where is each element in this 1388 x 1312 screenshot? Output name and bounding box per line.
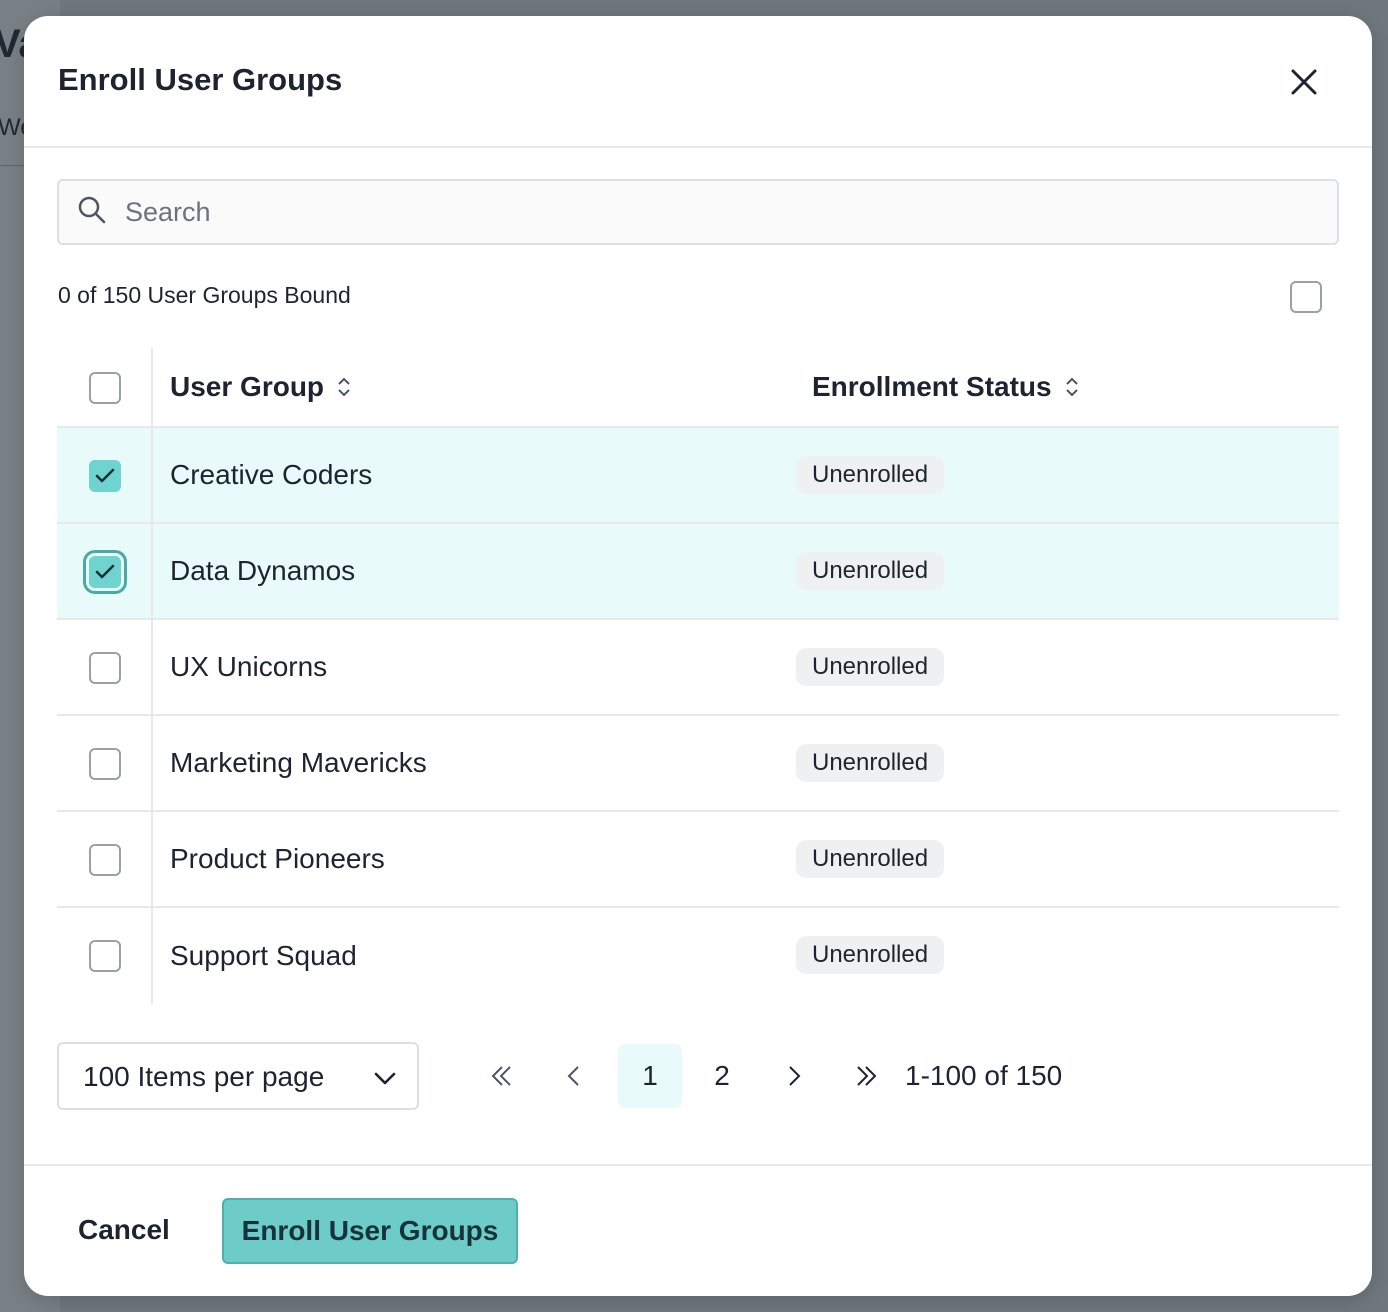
row-check-cell	[57, 428, 153, 522]
user-groups-table: User Group Enrollment Status Creative Co…	[57, 348, 1339, 1004]
dialog-header: Enroll User Groups	[24, 16, 1372, 148]
status-badge: Unenrolled	[796, 552, 945, 590]
status-badge: Unenrolled	[796, 648, 945, 686]
row-checkbox[interactable]	[89, 460, 121, 492]
sort-icon	[1065, 377, 1078, 397]
enroll-user-groups-button[interactable]: Enroll User Groups	[222, 1198, 518, 1264]
row-check-cell	[57, 908, 153, 1004]
row-checkbox[interactable]	[89, 940, 121, 972]
pagination-range-label: 1-100 of 150	[905, 1060, 1063, 1091]
user-group-name: Data Dynamos	[170, 555, 356, 586]
pagination: 100 Items per page 1 2 1-100 of 150	[57, 1042, 1339, 1110]
status-badge: Unenrolled	[796, 456, 945, 494]
previous-page-button[interactable]	[542, 1044, 606, 1108]
user-group-name: Product Pioneers	[170, 843, 385, 874]
close-icon	[1291, 69, 1317, 95]
table-row[interactable]: Product Pioneers Unenrolled	[57, 812, 1339, 908]
double-chevron-left-icon	[491, 1066, 511, 1086]
dialog-footer: Cancel Enroll User Groups	[24, 1164, 1372, 1296]
row-checkbox[interactable]	[89, 748, 121, 780]
column-header-enrollment-status[interactable]: Enrollment Status	[812, 348, 1080, 426]
double-chevron-right-icon	[857, 1066, 877, 1086]
row-check-cell	[57, 716, 153, 810]
enroll-user-groups-dialog: Enroll User Groups 0 of 150 User Groups …	[24, 16, 1372, 1296]
status-badge: Unenrolled	[796, 744, 945, 782]
cancel-button[interactable]: Cancel	[78, 1214, 170, 1246]
items-per-page-label: 100 Items per page	[83, 1061, 325, 1092]
check-icon	[95, 564, 115, 579]
first-page-button[interactable]	[470, 1044, 534, 1108]
row-checkbox[interactable]	[89, 652, 121, 684]
user-group-name: Support Squad	[170, 940, 357, 971]
bound-count-label: 0 of 150 User Groups Bound	[58, 282, 351, 308]
table-row[interactable]: Support Squad Unenrolled	[57, 908, 1339, 1004]
row-check-cell	[57, 620, 153, 714]
row-checkbox[interactable]	[83, 550, 127, 594]
items-per-page-select[interactable]: 100 Items per page	[57, 1042, 419, 1110]
row-checkbox[interactable]	[89, 844, 121, 876]
chevron-down-icon	[374, 1072, 396, 1085]
sort-icon	[338, 377, 350, 397]
row-check-cell	[57, 812, 153, 906]
column-header-label: Enrollment Status	[812, 371, 1052, 402]
chevron-left-icon	[567, 1066, 579, 1086]
table-row[interactable]: Marketing Mavericks Unenrolled	[57, 716, 1339, 812]
table-row[interactable]: Creative Coders Unenrolled	[57, 428, 1339, 524]
search-input[interactable]	[125, 191, 1305, 233]
status-badge: Unenrolled	[796, 936, 945, 974]
show-bound-checkbox[interactable]	[1290, 281, 1322, 313]
column-header-user-group[interactable]: User Group	[170, 348, 352, 426]
column-header-label: User Group	[170, 371, 325, 402]
status-badge: Unenrolled	[796, 840, 945, 878]
table-row[interactable]: UX Unicorns Unenrolled	[57, 620, 1339, 716]
user-group-name: Marketing Mavericks	[170, 747, 427, 778]
table-header-row: User Group Enrollment Status	[57, 348, 1339, 428]
dialog-title: Enroll User Groups	[58, 62, 343, 97]
next-page-button[interactable]	[762, 1044, 826, 1108]
check-icon	[95, 468, 115, 483]
close-button[interactable]	[1286, 64, 1322, 100]
table-row[interactable]: Data Dynamos Unenrolled	[57, 524, 1339, 620]
search-icon	[78, 196, 106, 224]
last-page-button[interactable]	[834, 1044, 898, 1108]
row-check-cell	[57, 524, 153, 618]
page-button-2[interactable]: 2	[690, 1044, 754, 1108]
page-button-1[interactable]: 1	[618, 1044, 682, 1108]
select-all-checkbox[interactable]	[89, 372, 121, 404]
header-check-cell	[57, 348, 153, 426]
user-group-name: UX Unicorns	[170, 651, 328, 682]
search-box	[57, 179, 1339, 245]
chevron-right-icon	[789, 1066, 801, 1086]
user-group-name: Creative Coders	[170, 459, 373, 490]
